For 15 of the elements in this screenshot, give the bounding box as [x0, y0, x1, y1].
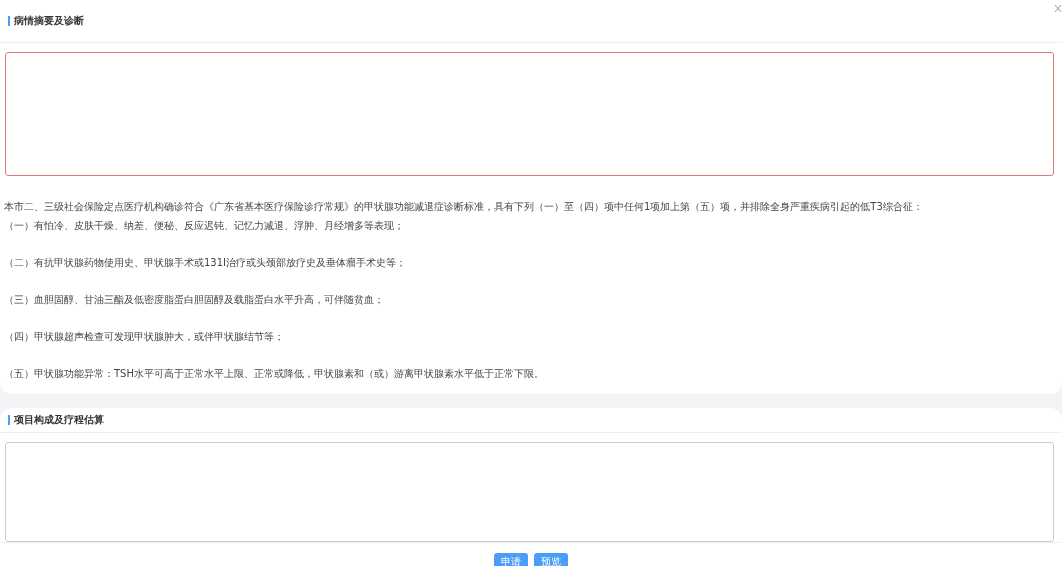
accent-bar: [8, 415, 10, 425]
criteria-item: （一）有怕冷、皮肤干燥、纳差、便秘、反应迟钝、记忆力减退、浮肿、月经增多等表现；: [4, 220, 405, 232]
text-area[interactable]: [5, 442, 1054, 542]
criteria-item: （二）有抗甲状腺药物使用史、甲状腺手术或131I治疗或头颈部放疗史及垂体瘤手术史等；: [4, 257, 408, 269]
text-area[interactable]: [5, 52, 1054, 176]
preview-button[interactable]: 预览: [534, 553, 568, 566]
section-title: 病情摘要及诊断: [14, 14, 84, 28]
criteria-item: （三）血胆固醇、甘油三酯及低密度脂蛋白胆固醇及载脂蛋白水平升高，可伴随贫血；: [4, 294, 385, 306]
apply-button[interactable]: 申请: [494, 553, 528, 566]
criteria-item: （四）甲状腺超声检查可发现甲状腺肿大，或伴甲状腺结节等；: [4, 331, 285, 343]
accent-bar: [8, 16, 10, 26]
section-title: 项目构成及疗程估算: [14, 413, 104, 427]
criteria-text: 本市二、三级社会保险定点医疗机构确诊符合《广东省基本医疗保险诊疗常规》的甲状腺功能减退症诊断标准，具有下列（一）至（四）项中任何1项加上第（五）项，并排除全身严重疾病引起的低T3综合征：: [4, 200, 924, 214]
criteria-item: （五）甲状腺功能异常：TSH水平可高于正常水平上限、正常或降低，甲状腺素和（或）游离甲状腺素水平低于正常下限。: [4, 368, 545, 380]
close-icon[interactable]: [1054, 4, 1062, 13]
